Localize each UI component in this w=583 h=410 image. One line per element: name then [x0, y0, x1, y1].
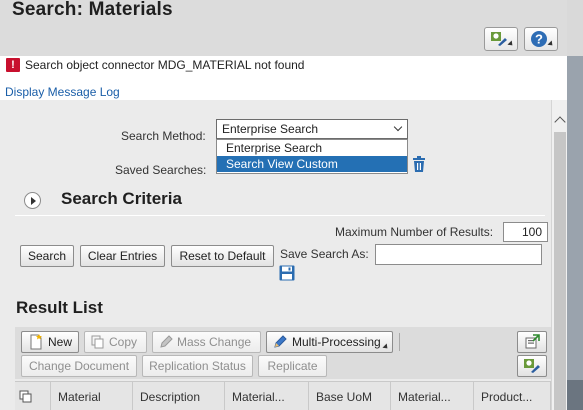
clear-entries-button[interactable]: Clear Entries	[80, 245, 165, 267]
trash-icon	[413, 156, 425, 172]
max-results-label: Maximum Number of Results:	[335, 225, 494, 239]
save-search-as-label: Save Search As:	[280, 247, 369, 261]
mass-change-button[interactable]: Mass Change	[152, 331, 261, 353]
option-search-view-custom[interactable]: Search View Custom	[217, 156, 407, 172]
result-table-header: Material Description Material... Base Uo…	[15, 381, 551, 410]
table-settings-button[interactable]	[517, 355, 547, 377]
replicate-button[interactable]: Replicate	[258, 355, 327, 377]
dropdown-caret-icon	[547, 40, 555, 48]
search-method-label: Search Method:	[121, 129, 206, 143]
change-document-button[interactable]: Change Document	[21, 355, 137, 377]
column-header-description[interactable]: Description	[133, 382, 225, 410]
select-all-icon	[19, 390, 32, 403]
scrollbar-thumb[interactable]	[554, 132, 566, 410]
select-all-column[interactable]	[15, 382, 51, 410]
result-list-title: Result List	[16, 298, 103, 317]
max-results-input[interactable]: 100	[503, 222, 548, 242]
delete-saved-search-button[interactable]	[412, 156, 426, 175]
new-document-icon	[30, 334, 42, 350]
copy-button-label: Copy	[109, 335, 138, 349]
scroll-up-icon[interactable]	[554, 116, 566, 128]
expand-criteria-toggle[interactable]	[24, 192, 41, 209]
export-button[interactable]	[517, 331, 547, 353]
personalize-button[interactable]	[484, 27, 518, 51]
search-method-value: Enterprise Search	[222, 122, 319, 136]
search-criteria-title: Search Criteria	[61, 189, 182, 208]
mass-change-button-label: Mass Change	[177, 335, 252, 349]
copy-icon	[91, 335, 104, 349]
export-icon	[525, 334, 540, 349]
pencil-icon	[274, 335, 287, 348]
column-header-material[interactable]: Material	[51, 382, 133, 410]
window-edge-bottom	[567, 380, 583, 410]
dropdown-caret-icon	[507, 40, 515, 48]
save-search-as-input[interactable]	[375, 244, 542, 265]
search-method-select[interactable]: Enterprise Search	[216, 119, 408, 139]
multi-processing-button-label: Multi-Processing	[292, 335, 381, 349]
column-header-material-group[interactable]: Material...	[391, 382, 474, 410]
section-divider	[15, 215, 545, 216]
reset-to-default-button[interactable]: Reset to Default	[171, 245, 274, 267]
page-title: Search: Materials	[12, 0, 173, 20]
window-edge	[567, 0, 583, 410]
search-button[interactable]: Search	[20, 245, 74, 267]
svg-text:?: ?	[535, 32, 543, 47]
save-search-button[interactable]	[279, 265, 295, 284]
column-header-base-uom[interactable]: Base UoM	[309, 382, 391, 410]
toolbar-separator	[399, 333, 400, 351]
message-bar: ! Search object connector MDG_MATERIAL n…	[0, 56, 567, 78]
new-button-label: New	[47, 335, 72, 349]
saved-searches-label: Saved Searches:	[115, 163, 207, 177]
window-edge-top	[567, 0, 583, 56]
new-button[interactable]: New	[21, 331, 79, 353]
personalize-icon	[524, 359, 540, 373]
page-header: Search: Materials ?	[0, 0, 583, 56]
copy-button[interactable]: Copy	[84, 331, 147, 353]
help-button[interactable]: ?	[524, 27, 558, 51]
error-message: Search object connector MDG_MATERIAL not…	[25, 58, 305, 72]
display-message-log-link[interactable]: Display Message Log	[5, 85, 120, 99]
option-enterprise-search[interactable]: Enterprise Search	[217, 140, 407, 156]
column-header-product[interactable]: Product...	[474, 382, 551, 410]
error-icon: !	[6, 58, 20, 72]
vertical-scrollbar[interactable]	[551, 100, 567, 410]
dropdown-caret-icon	[382, 343, 390, 351]
save-icon	[279, 265, 295, 281]
pencil-icon	[160, 335, 173, 348]
search-method-dropdown: Enterprise Search Search View Custom	[216, 139, 408, 174]
column-header-material-type[interactable]: Material...	[225, 382, 309, 410]
help-icon: ?	[531, 31, 547, 47]
multi-processing-button[interactable]: Multi-Processing	[266, 331, 393, 353]
chevron-down-icon	[393, 122, 403, 132]
replication-status-button[interactable]: Replication Status	[142, 355, 253, 377]
personalize-icon	[491, 32, 507, 46]
